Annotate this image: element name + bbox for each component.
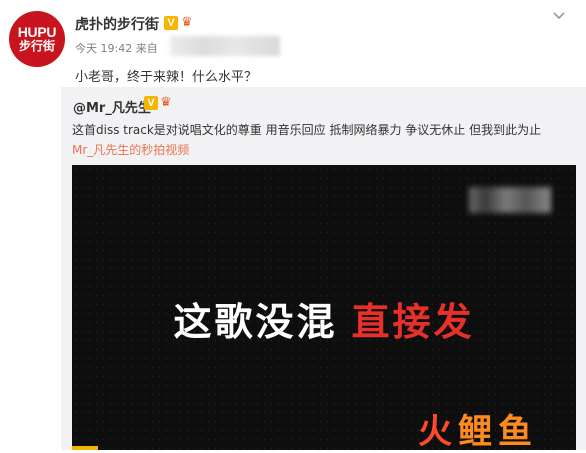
- vip-crown-icon: ♛: [181, 15, 193, 30]
- avatar-line1: HUPU: [17, 24, 57, 41]
- repost-text: 这首diss track是对说唱文化的尊重 用音乐回应 抵制网络暴力 争议无休止…: [72, 123, 542, 137]
- repost-author[interactable]: @Mr_凡先生: [73, 97, 151, 116]
- caption-white: 这歌没混: [173, 300, 338, 344]
- watermark-logo: 火鲤鱼: [418, 404, 538, 453]
- blurred-source: [170, 36, 280, 56]
- watermark-fire: 火: [418, 412, 458, 452]
- verified-icon: V: [144, 96, 158, 110]
- vip-crown-icon: ♛: [160, 95, 172, 110]
- author-name[interactable]: 虎扑的步行街: [75, 14, 159, 34]
- watermark-rest: 鲤鱼: [458, 412, 538, 452]
- video-link[interactable]: Mr_凡先生的秒拍视频: [72, 141, 189, 158]
- avatar[interactable]: HUPU 步行街: [9, 11, 65, 67]
- progress-bar[interactable]: [72, 446, 98, 450]
- post-time: 今天 19:42 来自: [75, 42, 158, 55]
- verified-icon: V: [164, 16, 178, 30]
- chevron-down-icon[interactable]: [549, 6, 569, 26]
- caption-red: 直接发: [351, 300, 475, 344]
- post-text: 小老哥，终于来辣！什么水平？: [75, 70, 258, 85]
- video-caption: 这歌没混 直接发: [72, 291, 576, 346]
- blurred-watermark: [469, 187, 551, 213]
- repost-card: @Mr_凡先生 V ♛ 这首diss track是对说唱文化的尊重 用音乐回应 …: [61, 87, 586, 450]
- avatar-line2: 步行街: [18, 39, 55, 54]
